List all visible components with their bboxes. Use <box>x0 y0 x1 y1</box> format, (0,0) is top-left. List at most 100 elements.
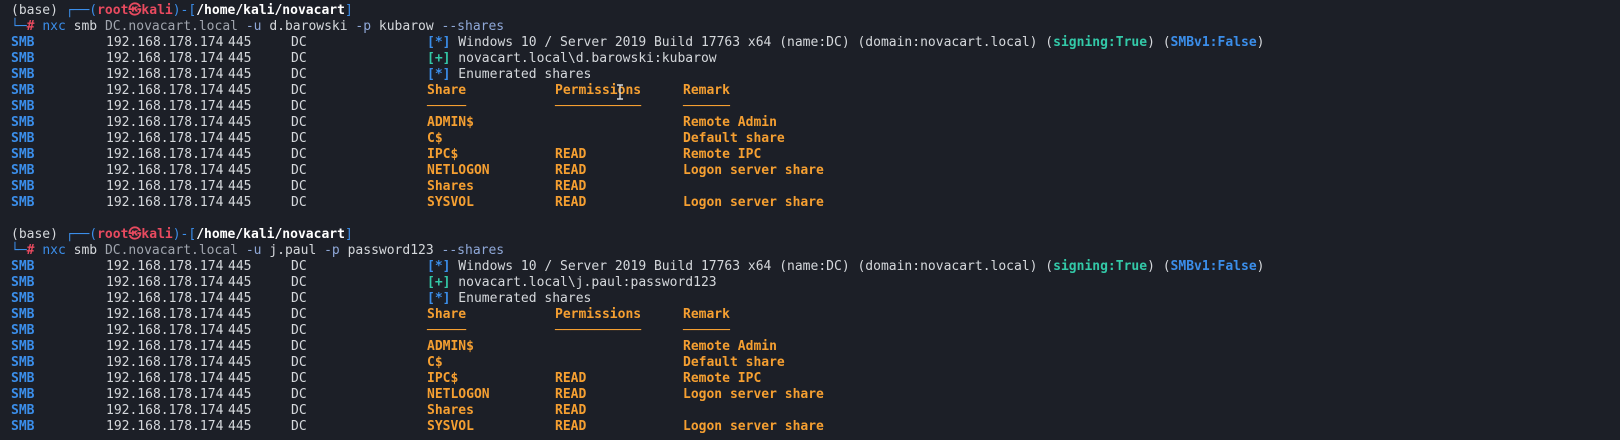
signing-status: signing:True <box>1053 259 1148 274</box>
info-text: Windows 10 / Server 2019 Build 17763 x64… <box>450 259 1054 274</box>
port-number: 445 <box>228 35 252 50</box>
prompt-frame: ] <box>344 3 353 18</box>
share-name: NETLOGON <box>427 387 490 402</box>
port-number: 445 <box>228 291 252 306</box>
command-target: DC.novacart.local <box>104 243 246 258</box>
port-number: 445 <box>228 403 252 418</box>
host-info-message: [*] Windows 10 / Server 2019 Build 17763… <box>427 259 1264 275</box>
share-name: C$ <box>427 355 443 370</box>
output-row: SMB 192.168.178.174 445 DC NETLOGON READ Logon… <box>0 387 1620 403</box>
hostname: DC <box>291 355 307 370</box>
output-row: SMB 192.168.178.174 445 DC C$ Default share <box>0 355 1620 371</box>
port-number: 445 <box>228 163 252 178</box>
column-header-share: Share <box>427 307 467 322</box>
protocol-label: SMB <box>11 387 35 402</box>
output-row: SMB 192.168.178.174 445 DC Share Permissions R… <box>0 83 1620 99</box>
ip-address: 192.168.178.174 <box>106 83 224 98</box>
protocol-label: SMB <box>11 403 35 418</box>
output-row: SMB 192.168.178.174 445 DC [*] Enumerated sh… <box>0 291 1620 307</box>
command-line: └─# nxc smb DC.novacart.local -u d.barow… <box>0 19 1620 35</box>
info-close: ) <box>1256 259 1265 274</box>
prompt-user: root㉿kali <box>97 3 173 18</box>
ip-address: 192.168.178.174 <box>106 67 224 82</box>
prompt-frame: )-[ <box>172 3 197 18</box>
hostname: DC <box>291 403 307 418</box>
protocol-label: SMB <box>11 83 35 98</box>
share-permission: READ <box>555 403 587 418</box>
share-remark: Default share <box>683 131 785 146</box>
port-number: 445 <box>228 115 252 130</box>
port-number: 445 <box>228 195 252 210</box>
ip-address: 192.168.178.174 <box>106 323 224 338</box>
hostname: DC <box>291 339 307 354</box>
command-option: --shares <box>441 243 505 258</box>
output-row: SMB 192.168.178.174 445 DC [*] Windows 10 / … <box>0 259 1620 275</box>
hostname: DC <box>291 307 307 322</box>
output-row: SMB 192.168.178.174 445 DC [*] Windows 10 / … <box>0 35 1620 51</box>
output-row: SMB 192.168.178.174 445 DC Shares READ <box>0 403 1620 419</box>
protocol-label: SMB <box>11 371 35 386</box>
port-number: 445 <box>228 355 252 370</box>
prompt-env: (base) <box>11 227 66 242</box>
share-permission: READ <box>555 419 587 434</box>
port-number: 445 <box>228 339 252 354</box>
column-header-remark: Remark <box>683 83 730 98</box>
share-name: NETLOGON <box>427 163 490 178</box>
port-number: 445 <box>228 371 252 386</box>
output-row: SMB 192.168.178.174 445 DC SYSVOL READ Logon s… <box>0 195 1620 211</box>
output-row: SMB 192.168.178.174 445 DC SYSVOL READ Logon s… <box>0 419 1620 435</box>
smbv1-status: SMBv1:False <box>1170 35 1257 50</box>
command-flag: -p <box>324 243 348 258</box>
ip-address: 192.168.178.174 <box>106 51 224 66</box>
command-input[interactable]: └─# nxc smb DC.novacart.local -u j.paul … <box>11 243 504 259</box>
protocol-label: SMB <box>11 163 35 178</box>
column-header-remark: Remark <box>683 307 730 322</box>
terminal-window[interactable]: (base) ┌──(root㉿kali)-[/home/kali/novaca… <box>0 0 1620 440</box>
command-username: d.barowski <box>269 19 356 34</box>
hostname: DC <box>291 51 307 66</box>
protocol-label: SMB <box>11 115 35 130</box>
protocol-label: SMB <box>11 51 35 66</box>
ip-address: 192.168.178.174 <box>106 355 224 370</box>
info-tag: [*] <box>427 67 451 82</box>
share-permission: READ <box>555 147 587 162</box>
hostname: DC <box>291 163 307 178</box>
port-number: 445 <box>228 275 252 290</box>
ip-address: 192.168.178.174 <box>106 339 224 354</box>
protocol-label: SMB <box>11 99 35 114</box>
command-flag: -p <box>355 19 379 34</box>
ip-address: 192.168.178.174 <box>106 131 224 146</box>
hostname: DC <box>291 115 307 130</box>
protocol-label: SMB <box>11 275 35 290</box>
share-permission: READ <box>555 195 587 210</box>
output-row: SMB 192.168.178.174 445 DC NETLOGON READ Logon… <box>0 163 1620 179</box>
command-input[interactable]: └─# nxc smb DC.novacart.local -u d.barow… <box>11 19 504 35</box>
ip-address: 192.168.178.174 <box>106 195 224 210</box>
share-permission: READ <box>555 387 587 402</box>
credential-text: novacart.local\j.paul:password123 <box>450 275 717 290</box>
info-separator: ) ( <box>1147 259 1171 274</box>
port-number: 445 <box>228 51 252 66</box>
protocol-label: SMB <box>11 259 35 274</box>
share-permission: READ <box>555 163 587 178</box>
shell-prompt: (base) ┌──(root㉿kali)-[/home/kali/novaca… <box>11 3 353 19</box>
port-number: 445 <box>228 259 252 274</box>
command-binary: nxc <box>42 243 74 258</box>
share-name: C$ <box>427 131 443 146</box>
status-message: [*] Enumerated shares <box>427 291 591 307</box>
hostname: DC <box>291 35 307 50</box>
share-remark: Remote IPC <box>683 371 762 386</box>
prompt-path: /home/kali/novacart <box>196 227 345 242</box>
column-header-permissions: Permissions <box>555 83 642 98</box>
ip-address: 192.168.178.174 <box>106 147 224 162</box>
hostname: DC <box>291 387 307 402</box>
info-tag: [*] <box>427 291 451 306</box>
info-tag: [*] <box>427 35 451 50</box>
command-username: j.paul <box>269 243 325 258</box>
share-remark: Logon server share <box>683 387 824 402</box>
ip-address: 192.168.178.174 <box>106 387 224 402</box>
output-row: SMB 192.168.178.174 445 DC [*] Enumerated sh… <box>0 67 1620 83</box>
prompt-hash: # <box>26 19 43 34</box>
column-header-permissions: Permissions <box>555 307 642 322</box>
